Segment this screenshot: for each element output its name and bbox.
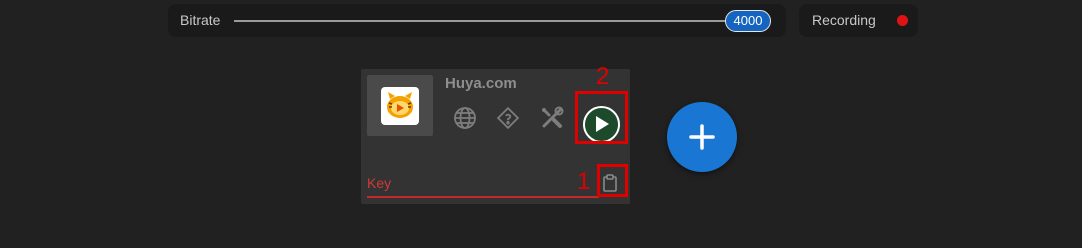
key-input[interactable]: Key — [367, 175, 391, 191]
bitrate-slider-thumb[interactable]: 4000 — [725, 10, 771, 32]
recording-label: Recording — [812, 12, 876, 28]
annotation-number-2: 2 — [596, 63, 610, 90]
globe-icon[interactable] — [451, 104, 479, 132]
recording-status-dot — [897, 15, 908, 26]
annotation-box-clipboard — [597, 164, 628, 197]
add-platform-button[interactable] — [667, 102, 737, 172]
platform-logo-box — [367, 75, 433, 136]
help-diamond-icon[interactable] — [494, 104, 522, 132]
bitrate-control: Bitrate 4000 — [168, 4, 786, 37]
annotation-box-play — [575, 91, 628, 144]
huya-logo — [381, 87, 419, 125]
annotation-number-1: 1 — [577, 168, 591, 195]
key-input-underline — [367, 196, 599, 198]
bitrate-slider-track[interactable] — [234, 20, 728, 22]
bitrate-label: Bitrate — [180, 12, 221, 28]
tools-icon[interactable] — [538, 104, 566, 132]
plus-icon — [689, 124, 715, 150]
recording-toggle[interactable]: Recording — [799, 4, 918, 37]
platform-title: Huya.com — [445, 75, 517, 92]
